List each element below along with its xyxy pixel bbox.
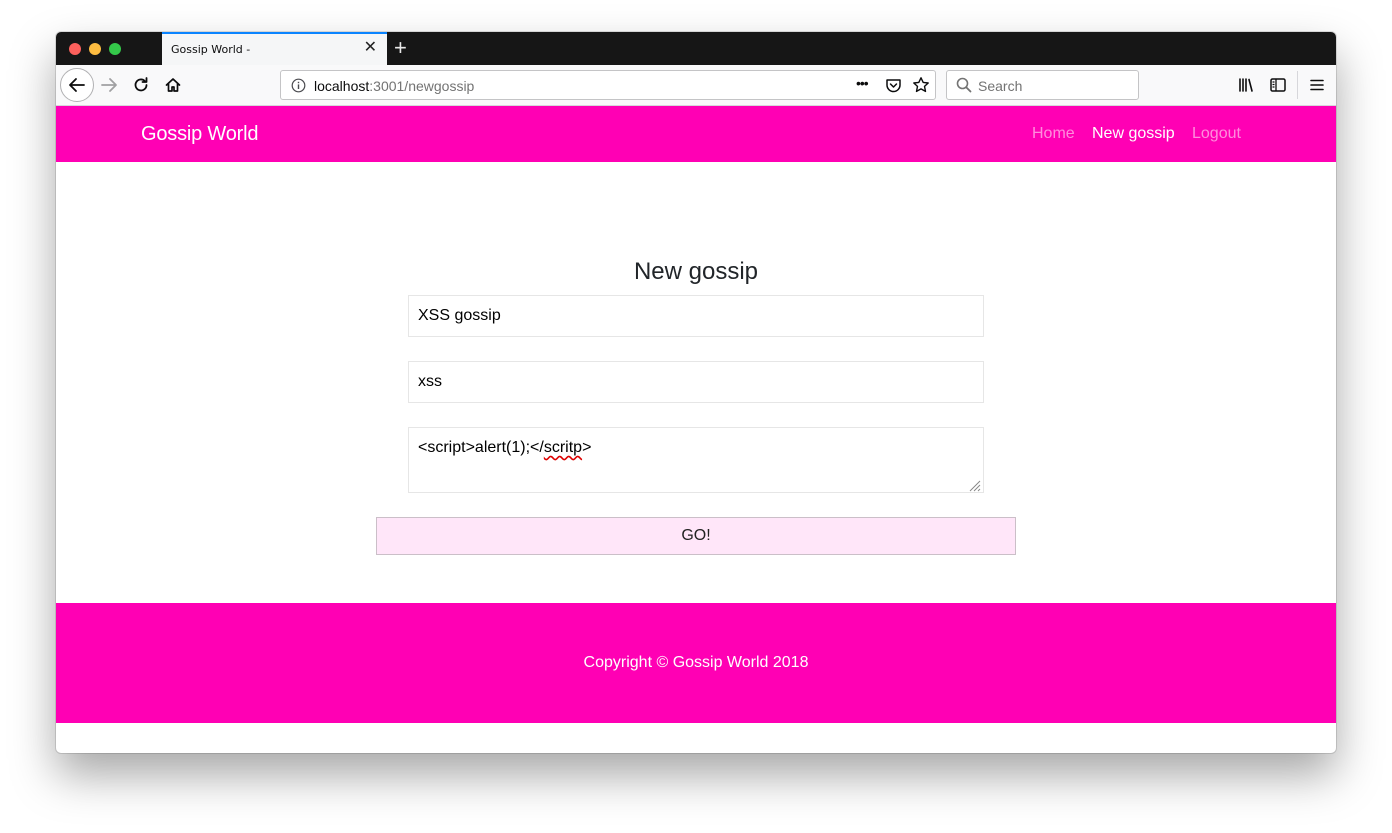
home-icon <box>165 78 181 92</box>
resize-grip-icon[interactable] <box>967 478 981 492</box>
site-footer: Copyright © Gossip World 2018 <box>56 603 1336 723</box>
gossip-body-textarea[interactable]: <script>alert(1);</scritp> <box>408 427 984 493</box>
search-bar[interactable]: Search <box>946 70 1139 100</box>
body-text-prefix: <script>alert(1);</ <box>418 439 544 456</box>
copyright-text: Copyright © Gossip World 2018 <box>583 654 809 671</box>
url-path: :3001/newgossip <box>369 78 475 94</box>
menu-button[interactable] <box>1302 70 1332 100</box>
tab-title: Gossip World - <box>171 43 251 56</box>
body-text-misspelled: scritp <box>543 439 583 456</box>
nav-toolbar: localhost:3001/newgossip ••• Search <box>56 65 1336 106</box>
nav-new-gossip-link[interactable]: New gossip <box>1092 125 1175 143</box>
nav-home-link[interactable]: Home <box>1032 125 1075 143</box>
toolbar-divider <box>1297 71 1298 99</box>
back-button[interactable] <box>60 68 94 102</box>
minimize-window-button[interactable] <box>89 43 101 55</box>
bookmark-star-icon[interactable] <box>912 76 930 94</box>
sidebar-button[interactable] <box>1263 70 1293 100</box>
address-bar[interactable]: localhost:3001/newgossip ••• <box>280 70 936 100</box>
zoom-window-button[interactable] <box>109 43 121 55</box>
search-icon <box>956 77 972 93</box>
close-window-button[interactable] <box>69 43 81 55</box>
back-arrow-icon <box>69 78 85 92</box>
site-navbar: Gossip World Home New gossip Logout <box>56 106 1336 162</box>
tab-strip: Gossip World - ✕ + <box>56 32 1336 65</box>
brand-link[interactable]: Gossip World <box>141 123 258 146</box>
reload-icon <box>134 77 148 92</box>
page-actions-icon[interactable]: ••• <box>856 75 869 91</box>
url-host: localhost <box>314 78 370 94</box>
url-text: localhost:3001/newgossip <box>314 78 474 94</box>
page-title: New gossip <box>633 258 759 285</box>
forward-arrow-icon <box>101 78 117 92</box>
tab-gossip-world[interactable]: Gossip World - ✕ <box>162 32 387 65</box>
search-placeholder: Search <box>978 78 1023 94</box>
submit-button[interactable]: GO! <box>376 517 1016 555</box>
reload-button[interactable] <box>126 70 156 100</box>
browser-window: Gossip World - ✕ + localhost:3001/newgos… <box>56 32 1336 753</box>
library-button[interactable] <box>1231 70 1261 100</box>
sidebar-icon <box>1270 78 1286 92</box>
info-icon[interactable] <box>291 78 306 93</box>
hamburger-menu-icon <box>1310 79 1324 91</box>
gossip-tag-input[interactable] <box>408 361 984 403</box>
close-tab-icon[interactable]: ✕ <box>364 40 377 56</box>
forward-button[interactable] <box>94 70 124 100</box>
body-text-suffix: > <box>582 439 592 456</box>
library-icon <box>1239 78 1253 92</box>
nav-logout-link[interactable]: Logout <box>1192 125 1241 143</box>
gossip-title-input[interactable] <box>408 295 984 337</box>
new-tab-button[interactable]: + <box>394 36 407 60</box>
home-button[interactable] <box>158 70 188 100</box>
pocket-icon[interactable] <box>885 77 902 94</box>
